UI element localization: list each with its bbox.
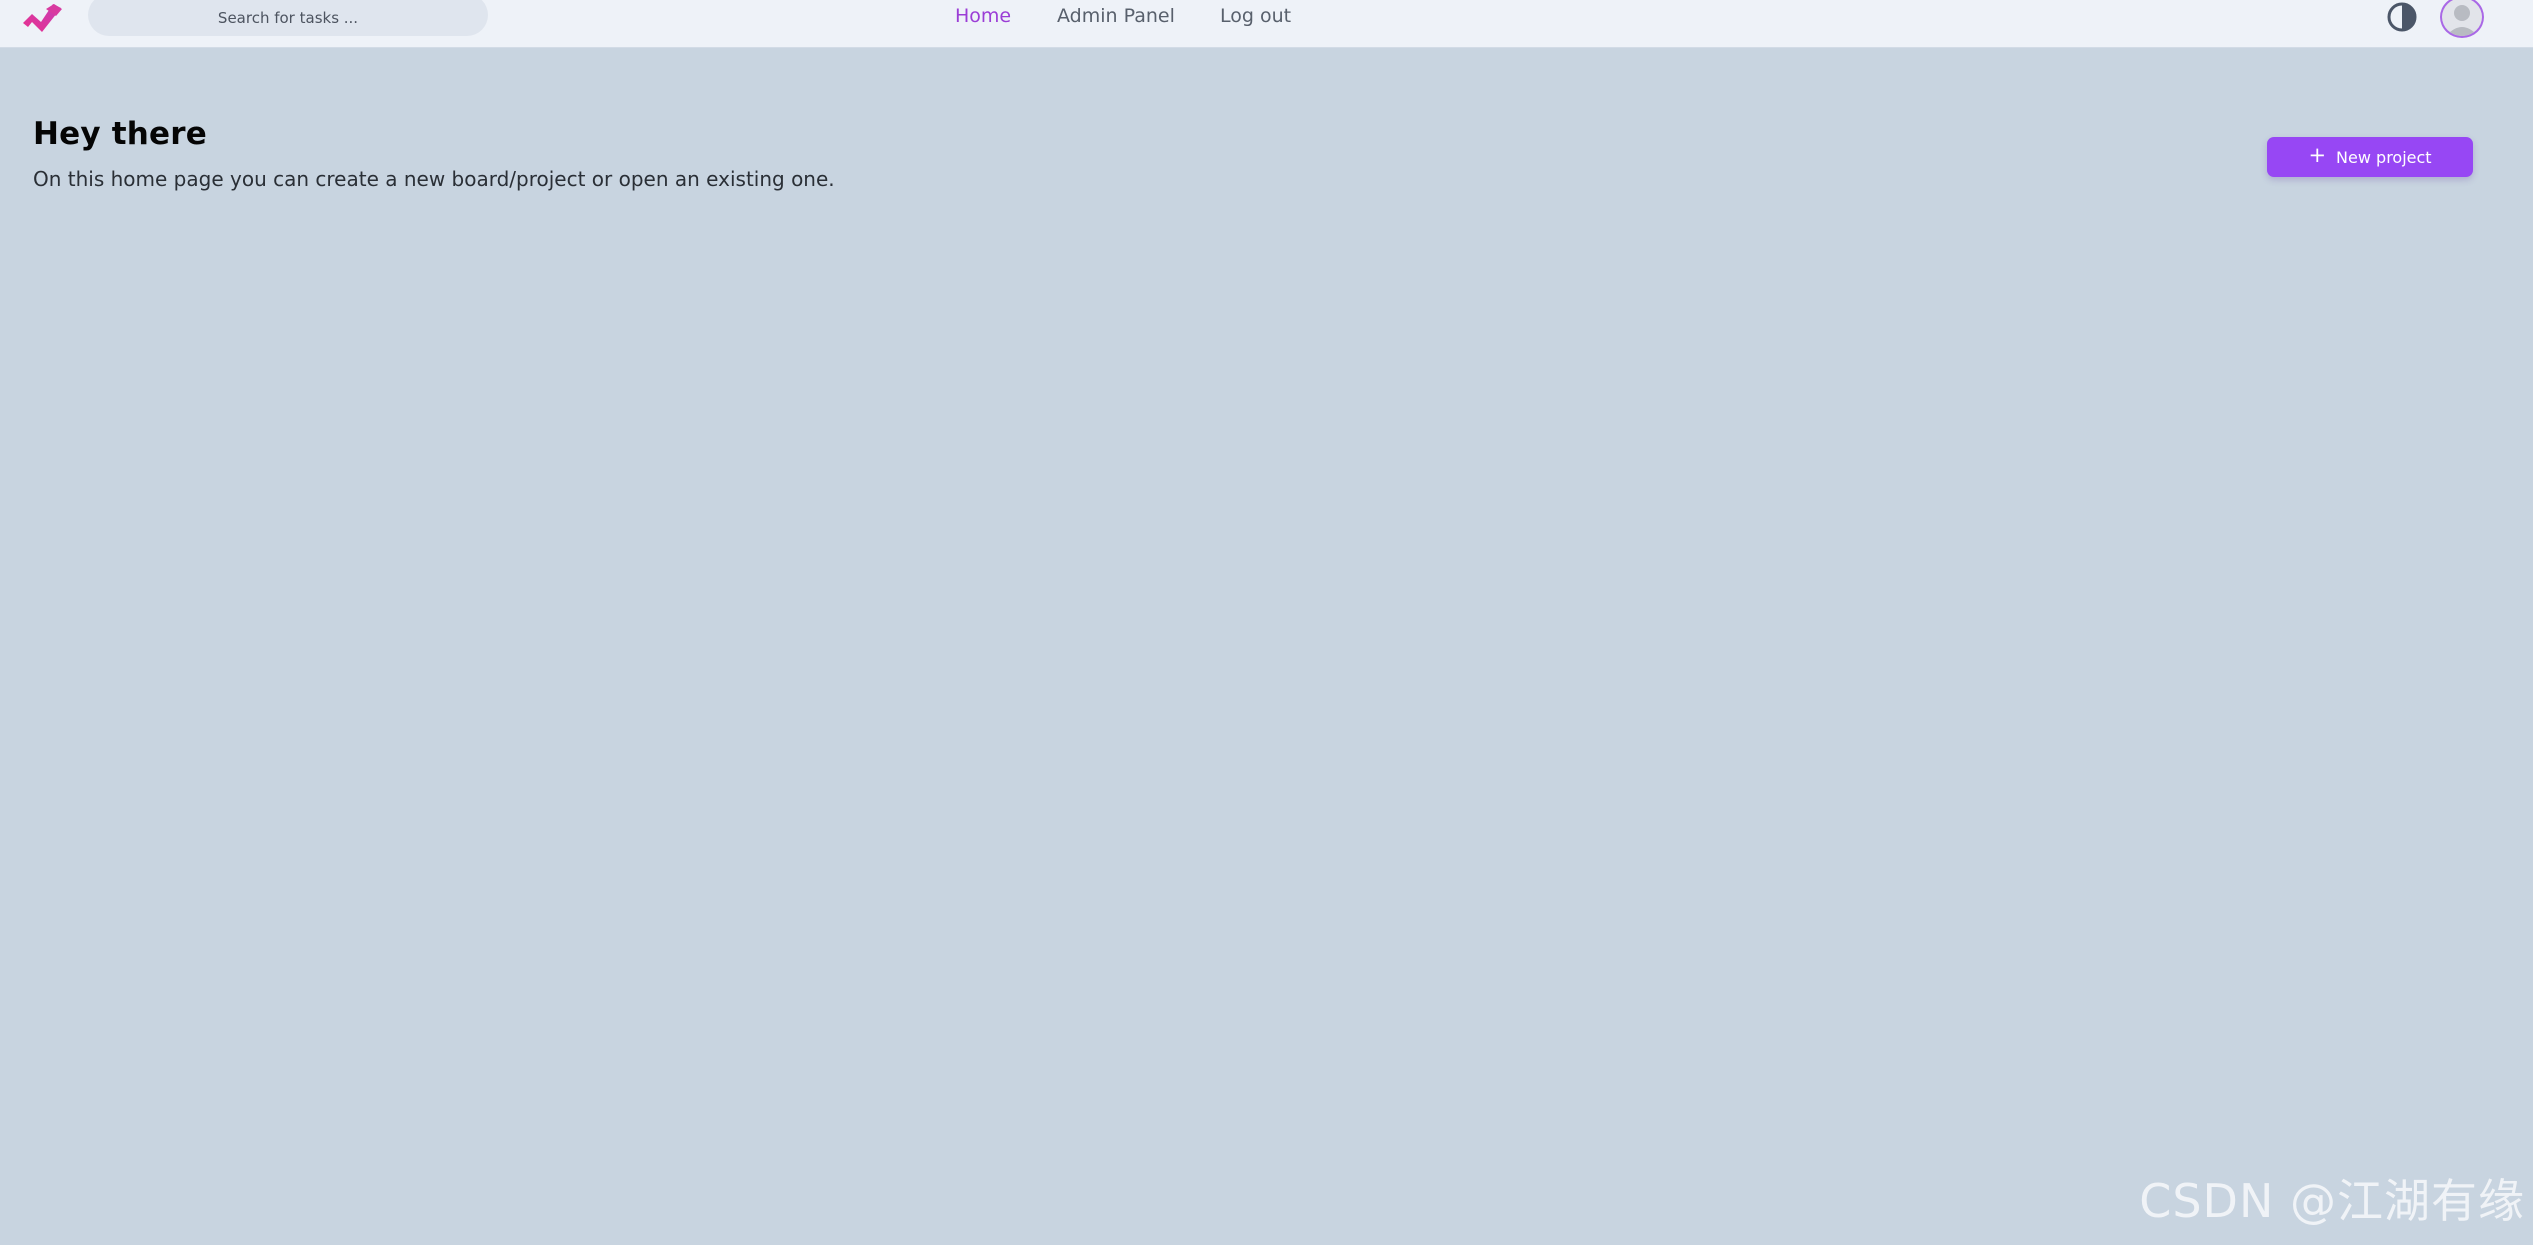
plus-icon: + — [2308, 143, 2327, 167]
contrast-icon[interactable] — [2386, 1, 2418, 33]
page-title: Hey there — [33, 116, 207, 152]
search-input[interactable] — [88, 0, 488, 36]
nav-admin-panel-link[interactable]: Admin Panel — [1057, 5, 1175, 27]
page-subtitle: On this home page you can create a new b… — [33, 167, 835, 191]
top-navbar: Home Admin Panel Log out — [0, 0, 2533, 48]
nav-log-out-link[interactable]: Log out — [1220, 5, 1291, 27]
watermark: CSDN @江湖有缘 — [2139, 1174, 2525, 1228]
new-project-button[interactable]: + New project — [2267, 137, 2473, 177]
nav-home-link[interactable]: Home — [955, 5, 1011, 27]
user-avatar-icon[interactable] — [2440, 0, 2484, 38]
new-project-label: New project — [2336, 147, 2432, 167]
app-logo-icon[interactable] — [20, 0, 66, 34]
